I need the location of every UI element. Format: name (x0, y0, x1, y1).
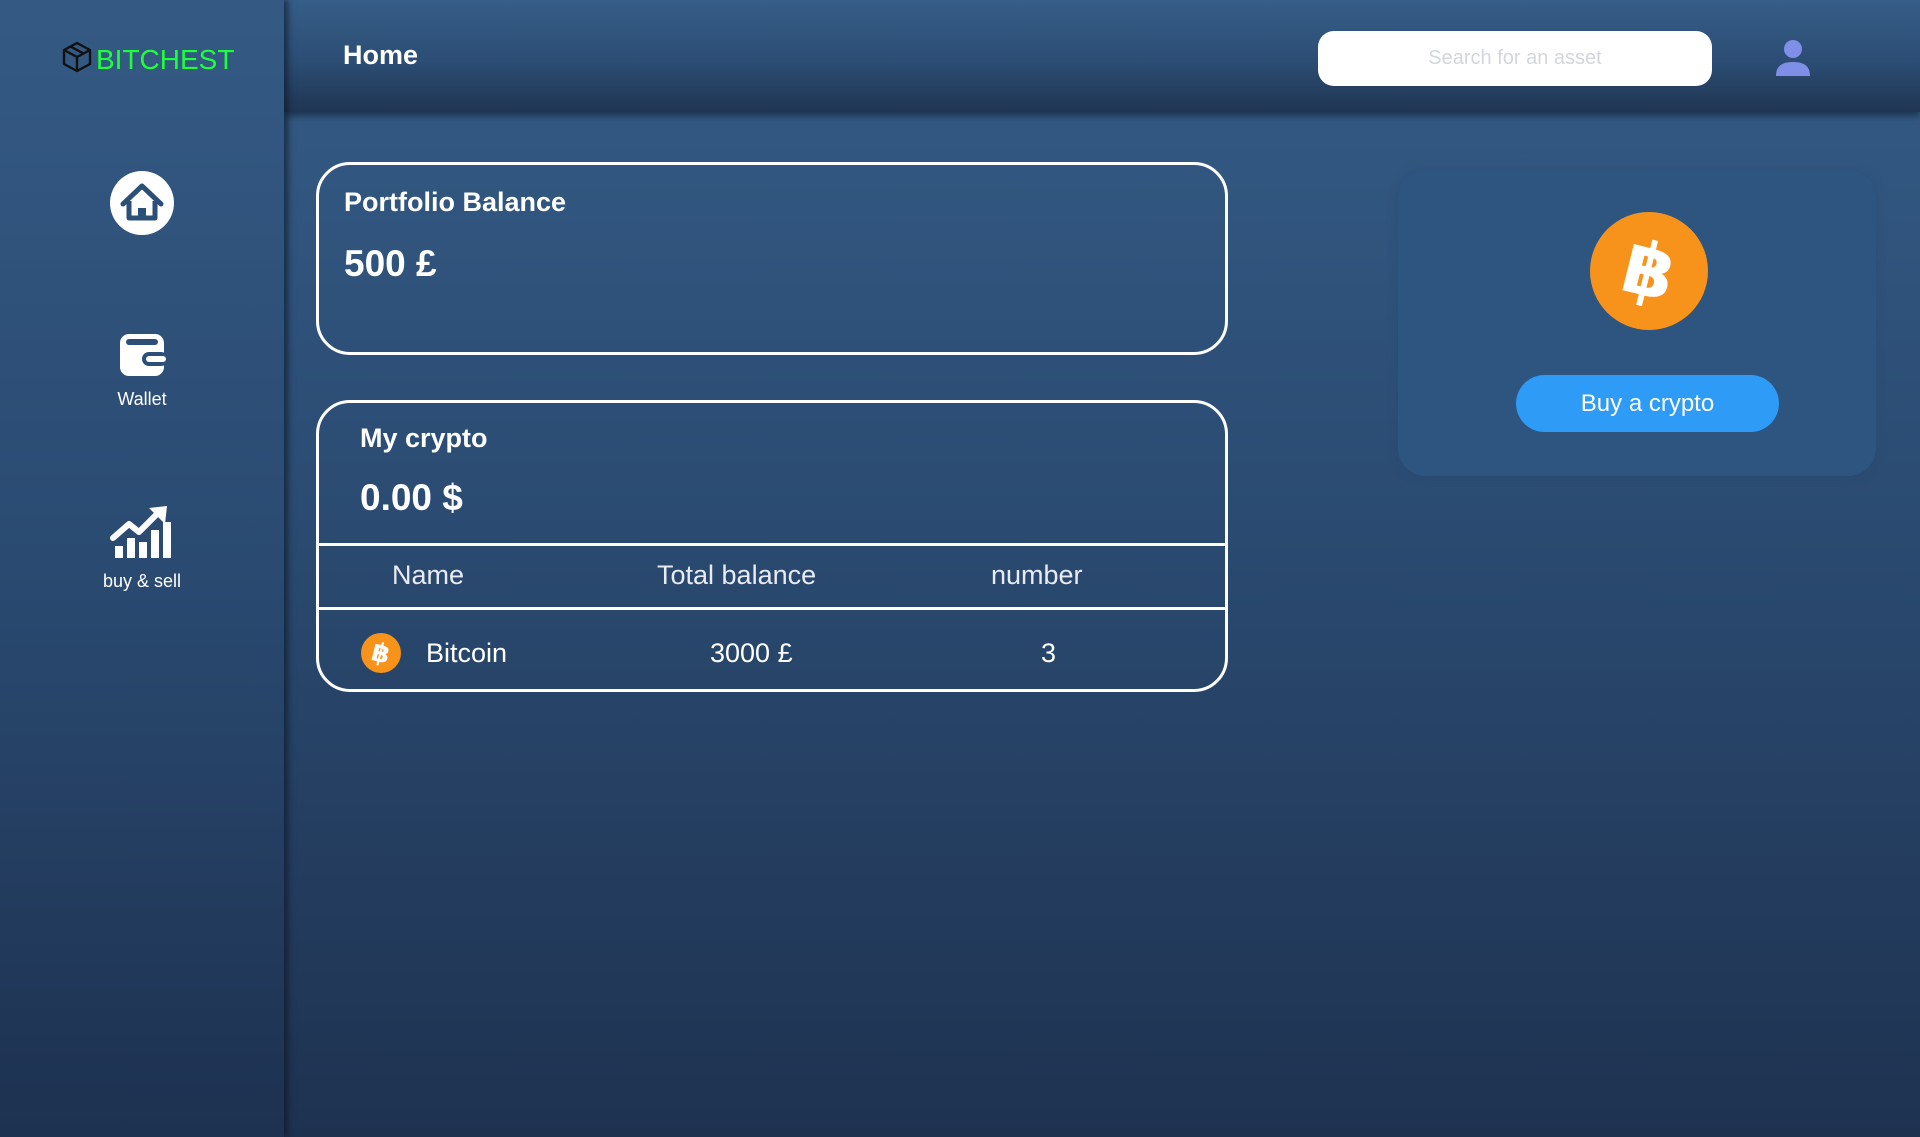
sidebar: BITCHEST Wallet buy & sell (0, 0, 284, 1137)
sidebar-item-wallet[interactable]: Wallet (0, 330, 284, 410)
sidebar-item-label: buy & sell (102, 571, 182, 591)
cube-logo-icon (60, 40, 94, 79)
row-name: Bitcoin (426, 638, 508, 668)
buy-crypto-panel: ฿ Buy a crypto (1398, 170, 1876, 476)
brand-name: BITCHEST (96, 43, 235, 75)
my-crypto-value: 0.00 $ (360, 477, 463, 518)
wallet-icon (118, 330, 168, 383)
portfolio-value: 500 £ (344, 243, 437, 284)
column-header-number: number (991, 560, 1083, 590)
sidebar-item-home[interactable] (0, 170, 284, 241)
sidebar-item-buy-sell[interactable]: buy & sell (0, 502, 284, 592)
growth-chart-icon (109, 502, 175, 565)
portfolio-title: Portfolio Balance (344, 187, 567, 217)
brand-logo[interactable]: BITCHEST (60, 40, 234, 79)
column-header-total-balance: Total balance (657, 560, 817, 590)
my-crypto-title: My crypto (360, 423, 488, 453)
table-divider (319, 607, 1225, 610)
row-total-balance: 3000 £ (710, 638, 793, 668)
bitcoin-icon: ฿ (1590, 212, 1708, 330)
table-divider (319, 543, 1225, 546)
home-icon (109, 170, 175, 241)
portfolio-balance-card: Portfolio Balance 500 £ (316, 162, 1228, 355)
search-input[interactable] (1318, 31, 1712, 86)
buy-crypto-button[interactable]: Buy a crypto (1516, 375, 1779, 432)
my-crypto-card: My crypto 0.00 $ Name Total balance numb… (316, 400, 1228, 692)
bitcoin-icon: ฿ (360, 632, 402, 679)
user-icon[interactable] (1773, 38, 1813, 78)
column-header-name: Name (392, 560, 465, 590)
sidebar-item-label: Wallet (117, 389, 167, 409)
top-bar: Home (284, 0, 1920, 112)
page-title: Home (343, 40, 419, 70)
row-number: 3 (1041, 638, 1057, 668)
